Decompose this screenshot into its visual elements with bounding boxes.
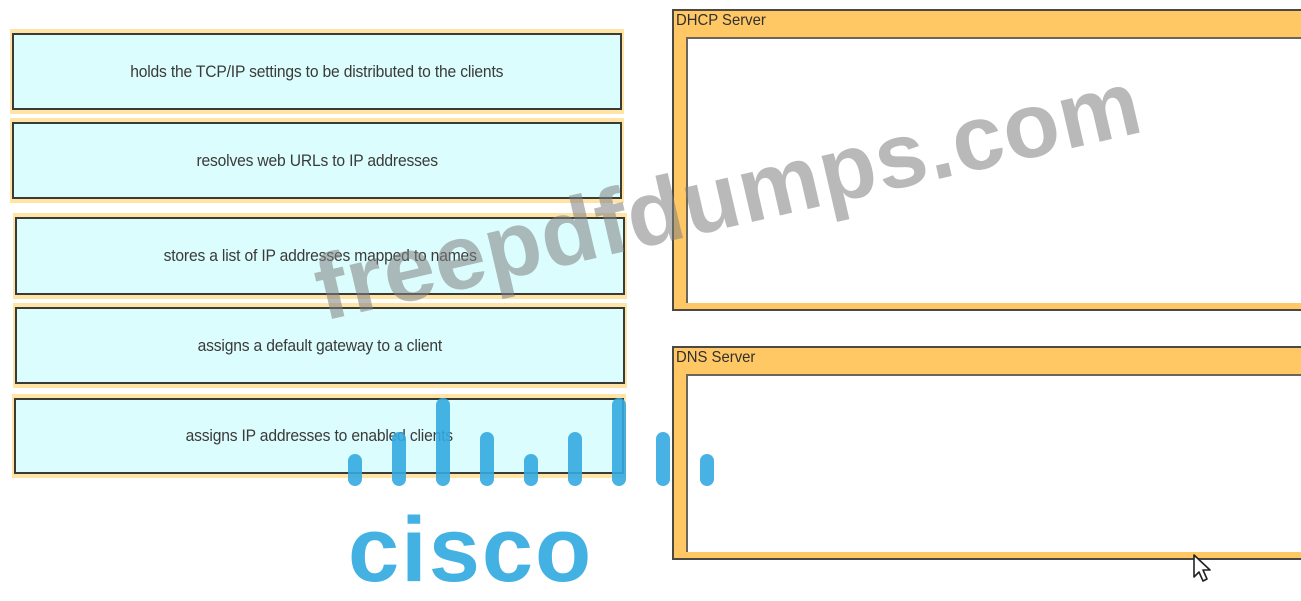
answer-item-frame: resolves web URLs to IP addresses <box>10 118 624 203</box>
answer-item-assigns-ip[interactable]: assigns IP addresses to enabled clients <box>14 398 624 474</box>
answer-item-tcpip-settings[interactable]: holds the TCP/IP settings to be distribu… <box>12 33 622 110</box>
answer-item-label: stores a list of IP addresses mapped to … <box>163 246 477 265</box>
answer-item-label: assigns a default gateway to a client <box>197 335 443 355</box>
dhcp-server-drop-area[interactable] <box>686 37 1301 303</box>
answer-item-label: resolves web URLs to IP addresses <box>196 150 438 170</box>
answer-item-label: holds the TCP/IP settings to be distribu… <box>130 61 504 81</box>
answer-item-frame: stores a list of IP addresses mapped to … <box>13 213 627 299</box>
answer-item-resolves-urls[interactable]: resolves web URLs to IP addresses <box>12 122 622 199</box>
answer-item-frame: assigns IP addresses to enabled clients <box>12 394 626 478</box>
answer-item-frame: holds the TCP/IP settings to be distribu… <box>10 29 624 114</box>
answer-item-label: assigns IP addresses to enabled clients <box>185 426 453 445</box>
answer-item-default-gateway[interactable]: assigns a default gateway to a client <box>15 307 625 384</box>
answer-item-stores-ip-list[interactable]: stores a list of IP addresses mapped to … <box>15 217 625 295</box>
dhcp-server-title: DHCP Server <box>676 12 766 29</box>
cisco-wordmark: cisco <box>348 499 594 601</box>
dhcp-server-target[interactable]: DHCP Server <box>672 9 1301 311</box>
dns-server-drop-area[interactable] <box>686 374 1301 552</box>
answer-item-frame: assigns a default gateway to a client <box>13 303 627 388</box>
dns-server-title: DNS Server <box>676 349 756 366</box>
dns-server-target[interactable]: DNS Server <box>672 346 1301 560</box>
